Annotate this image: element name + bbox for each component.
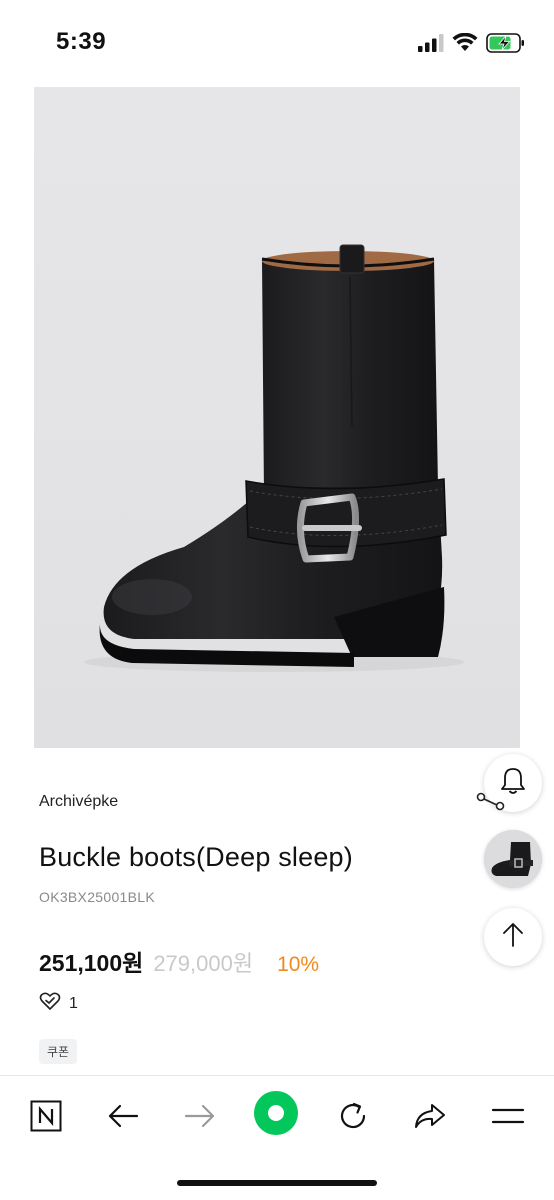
sale-price: 251,100원 xyxy=(39,950,144,976)
boot-illustration xyxy=(84,244,464,672)
cellular-signal-icon xyxy=(418,33,444,57)
back-button[interactable] xyxy=(101,1096,145,1140)
arrow-up-icon xyxy=(501,922,525,953)
forward-arrow-icon xyxy=(184,1103,216,1134)
boot-thumbnail-icon xyxy=(484,830,542,888)
forward-button[interactable] xyxy=(178,1096,222,1140)
status-icons xyxy=(418,30,526,60)
menu-button[interactable] xyxy=(486,1096,530,1140)
recent-product-thumbnail[interactable] xyxy=(484,830,542,888)
battery-charging-icon xyxy=(486,32,526,58)
coupon-badge[interactable]: 쿠폰 xyxy=(39,1039,78,1064)
product-image[interactable] xyxy=(34,87,520,748)
original-price: 279,000원 xyxy=(153,951,254,976)
naver-n-icon xyxy=(30,1100,62,1137)
share-page-button[interactable] xyxy=(408,1096,452,1140)
brand-name[interactable]: Archivépke xyxy=(39,793,118,811)
status-time: 5:39 xyxy=(56,28,107,55)
green-dot-button[interactable] xyxy=(253,1090,299,1141)
product-title: Buckle boots(Deep sleep) xyxy=(39,842,353,872)
refresh-icon xyxy=(337,1100,369,1137)
discount-rate: 10% xyxy=(277,953,320,976)
wifi-icon xyxy=(452,32,478,57)
naver-home-button[interactable] xyxy=(24,1096,68,1140)
back-arrow-icon xyxy=(107,1103,139,1134)
like-row[interactable]: 1 xyxy=(39,991,78,1016)
price-row: 251,100원 279,000원 10% xyxy=(39,944,319,978)
heart-check-icon xyxy=(39,991,61,1016)
refresh-button[interactable] xyxy=(331,1096,375,1140)
share-arrow-icon xyxy=(413,1102,447,1135)
share-icon[interactable] xyxy=(476,791,506,822)
home-indicator xyxy=(177,1180,377,1186)
green-dot-icon xyxy=(253,1090,299,1141)
like-count: 1 xyxy=(69,994,78,1012)
scroll-top-button[interactable] xyxy=(484,908,542,966)
menu-icon xyxy=(491,1106,525,1131)
status-bar: 5:39 xyxy=(0,0,554,86)
product-sku: OK3BX25001BLK xyxy=(39,889,155,905)
